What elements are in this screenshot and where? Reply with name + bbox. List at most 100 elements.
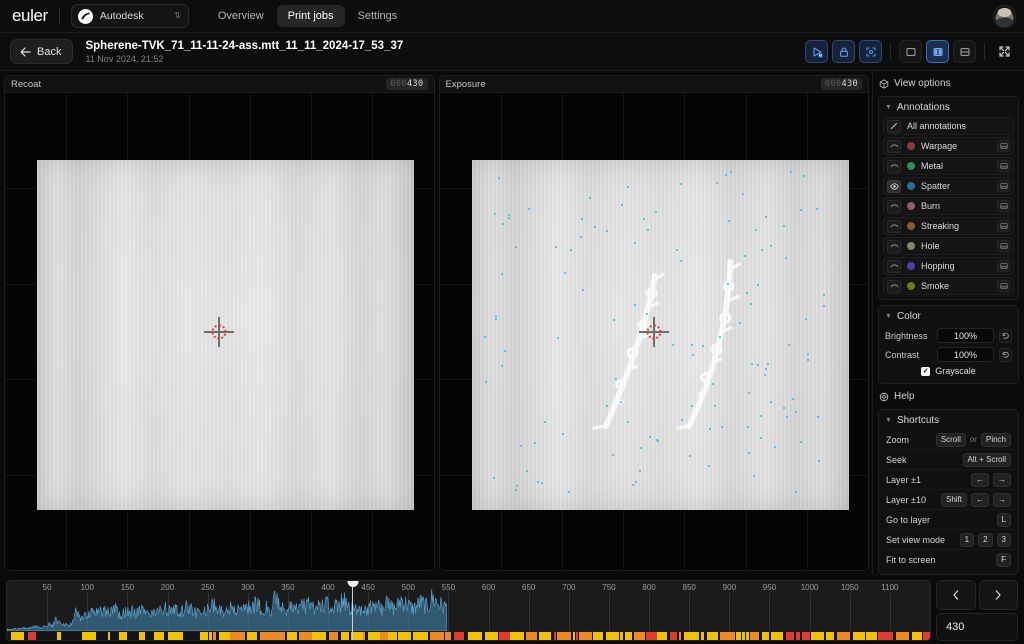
app-logo[interactable]: euler bbox=[12, 6, 48, 26]
severity-marker bbox=[802, 632, 810, 640]
play-pause-button[interactable] bbox=[805, 40, 828, 63]
brightness-value[interactable]: 100% bbox=[937, 328, 994, 343]
grayscale-control[interactable]: ✓ Grayscale bbox=[885, 366, 1012, 376]
timeline-track[interactable]: 5010015020025030035040045050055060065070… bbox=[6, 580, 931, 641]
org-switcher[interactable]: Autodesk ⇅ bbox=[71, 4, 189, 28]
annotation-heatmap-button[interactable] bbox=[997, 140, 1010, 152]
severity-marker bbox=[606, 632, 619, 640]
severity-marker bbox=[213, 632, 216, 640]
eye-hidden-icon[interactable] bbox=[887, 160, 901, 173]
severity-marker bbox=[454, 632, 464, 640]
severity-marker bbox=[526, 632, 537, 640]
eye-hidden-icon[interactable] bbox=[887, 260, 901, 273]
severity-marker bbox=[811, 632, 824, 640]
shortcut-key: ← bbox=[971, 493, 989, 507]
shortcut-key: → bbox=[993, 473, 1011, 487]
contrast-reset-button[interactable] bbox=[999, 348, 1012, 362]
viewer-toolbar bbox=[805, 40, 1016, 63]
annotation-color-swatch bbox=[907, 282, 915, 290]
view-options-header[interactable]: View options bbox=[878, 76, 1019, 91]
viewer-exposure[interactable]: Exposure 000430 bbox=[439, 75, 870, 571]
eye-hidden-icon[interactable] bbox=[887, 140, 901, 153]
help-header[interactable]: Help bbox=[878, 389, 1019, 404]
cube-icon bbox=[879, 79, 889, 89]
annotation-row-warpage[interactable]: Warpage bbox=[883, 137, 1014, 155]
spatter-dot bbox=[753, 475, 755, 477]
color-header[interactable]: ▼ Color bbox=[879, 306, 1018, 326]
viewer-exposure-canvas[interactable] bbox=[440, 93, 869, 570]
spatter-dot bbox=[676, 249, 678, 251]
spatter-dot bbox=[774, 446, 776, 448]
fullscreen-button[interactable] bbox=[993, 40, 1016, 63]
annotation-row-smoke[interactable]: Smoke bbox=[883, 277, 1014, 295]
color-card: ▼ Color Brightness 100% Contrast 100% bbox=[878, 305, 1019, 384]
annotation-heatmap-button[interactable] bbox=[997, 240, 1010, 252]
menu-item-overview[interactable]: Overview bbox=[207, 5, 275, 27]
severity-marker bbox=[657, 632, 667, 640]
severity-marker bbox=[593, 632, 603, 640]
severity-marker bbox=[746, 632, 749, 640]
menu-item-print-jobs[interactable]: Print jobs bbox=[277, 5, 345, 27]
annotation-row-metal[interactable]: Metal bbox=[883, 157, 1014, 175]
shortcut-key: L bbox=[997, 513, 1011, 527]
annotation-label: Hole bbox=[921, 241, 991, 251]
grayscale-checkbox[interactable]: ✓ bbox=[921, 367, 930, 376]
annotation-heatmap-button[interactable] bbox=[997, 160, 1010, 172]
spatter-dot bbox=[818, 460, 820, 462]
spatter-dot bbox=[613, 319, 615, 321]
layer-number-input[interactable]: 430 bbox=[936, 613, 1018, 641]
spatter-dot bbox=[640, 447, 642, 449]
annotation-heatmap-button[interactable] bbox=[997, 200, 1010, 212]
slash-indeterminate-icon[interactable] bbox=[887, 120, 901, 133]
annotation-row-spatter[interactable]: Spatter bbox=[883, 177, 1014, 195]
viewer-panes: Recoat 000430 Exposure 000430 bbox=[0, 71, 872, 575]
annotation-row-streaking[interactable]: Streaking bbox=[883, 217, 1014, 235]
annotation-heatmap-button[interactable] bbox=[997, 260, 1010, 272]
timeline-playhead[interactable] bbox=[352, 581, 353, 640]
viewer-recoat[interactable]: Recoat 000430 bbox=[4, 75, 435, 571]
severity-marker bbox=[430, 632, 444, 640]
job-header-bar: Back Spherene-TVK_71_11-11-24-ass.mtt_11… bbox=[0, 33, 1024, 71]
back-button[interactable]: Back bbox=[10, 39, 73, 64]
eye-hidden-icon[interactable] bbox=[887, 240, 901, 253]
arrow-left-icon bbox=[20, 47, 31, 57]
spatter-dot bbox=[800, 209, 802, 211]
severity-marker bbox=[707, 632, 718, 640]
contrast-value[interactable]: 100% bbox=[937, 347, 994, 362]
focus-button[interactable] bbox=[859, 40, 882, 63]
shortcuts-header[interactable]: ▼ Shortcuts bbox=[879, 410, 1018, 430]
annotation-heatmap-button[interactable] bbox=[997, 220, 1010, 232]
shortcuts-list: ZoomScrollorPinchSeekAlt + ScrollLayer ±… bbox=[879, 430, 1018, 574]
spatter-dot bbox=[727, 283, 729, 285]
annotations-header[interactable]: ▼ Annotations bbox=[879, 97, 1018, 117]
annotation-row-hole[interactable]: Hole bbox=[883, 237, 1014, 255]
viewer-recoat-canvas[interactable] bbox=[5, 93, 434, 570]
prev-layer-button[interactable] bbox=[936, 580, 976, 610]
view-split-vertical-button[interactable] bbox=[926, 40, 949, 63]
severity-marker bbox=[579, 632, 592, 640]
spatter-dot bbox=[627, 186, 629, 188]
eye-visible-icon[interactable] bbox=[887, 180, 901, 193]
next-layer-button[interactable] bbox=[979, 580, 1019, 610]
annotation-row-all[interactable]: All annotations bbox=[883, 117, 1014, 135]
histogram-area-path bbox=[7, 589, 447, 631]
avatar[interactable] bbox=[993, 5, 1016, 28]
ruler-tick-label: 800 bbox=[642, 583, 655, 592]
annotation-row-burn[interactable]: Burn bbox=[883, 197, 1014, 215]
annotation-heatmap-button[interactable] bbox=[997, 180, 1010, 192]
eye-hidden-icon[interactable] bbox=[887, 280, 901, 293]
spatter-dot bbox=[721, 426, 723, 428]
spatter-dot bbox=[805, 318, 807, 320]
annotation-heatmap-button[interactable] bbox=[997, 280, 1010, 292]
spatter-dot bbox=[594, 226, 596, 228]
menu-item-settings[interactable]: Settings bbox=[347, 5, 409, 27]
defect-severity-strip[interactable] bbox=[7, 632, 930, 640]
view-split-horizontal-button[interactable] bbox=[953, 40, 976, 63]
lock-button[interactable] bbox=[832, 40, 855, 63]
eye-hidden-icon[interactable] bbox=[887, 200, 901, 213]
annotation-row-hopping[interactable]: Hopping bbox=[883, 257, 1014, 275]
eye-hidden-icon[interactable] bbox=[887, 220, 901, 233]
spatter-dot bbox=[807, 359, 809, 361]
view-single-button[interactable] bbox=[899, 40, 922, 63]
brightness-reset-button[interactable] bbox=[999, 329, 1012, 343]
